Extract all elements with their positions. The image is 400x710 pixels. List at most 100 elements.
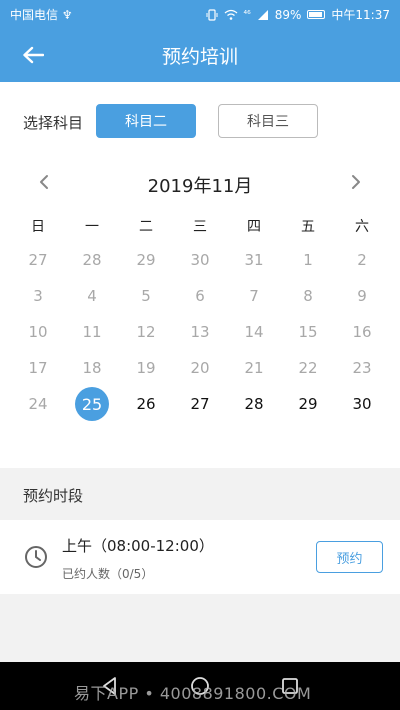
calendar-day-number: 6 [195,287,205,305]
calendar-day: 11 [65,314,119,350]
calendar-day: 7 [227,278,281,314]
content-bottom-area [0,594,400,662]
next-month-button[interactable] [344,170,368,194]
calendar-day-number: 28 [82,251,102,269]
calendar-day-number: 29 [298,395,318,413]
weekday-thu: 四 [247,219,261,235]
calendar-day-number: 28 [244,395,264,413]
calendar-day[interactable]: 26 [119,386,173,422]
calendar-day-number: 21 [244,359,264,377]
title-bar: 预约培训 [0,28,400,82]
calendar-day-number: 8 [303,287,313,305]
calendar-day-number: 1 [303,251,313,269]
status-icons: ⁴⁶ 89% 中午11:37 [206,6,390,23]
calendar-day: 1 [281,242,335,278]
battery-percent: 89% [274,7,302,22]
weekday-sun: 日 [31,219,45,235]
calendar-day: 24 [11,386,65,422]
calendar-day-number: 10 [28,323,48,341]
calendar-day-number: 19 [136,359,156,377]
wifi-icon [224,9,237,20]
weekday-sat: 六 [355,219,369,235]
weekday-fri: 五 [301,219,315,235]
calendar-day-number: 2 [357,251,367,269]
time-slot-count: 已约人数（0/5） [62,567,154,581]
calendar-day: 6 [173,278,227,314]
calendar-day: 8 [281,278,335,314]
calendar-day: 12 [119,314,173,350]
calendar-day-number: 11 [82,323,102,341]
status-bar: 中国电信 ♆ ⁴⁶ 89% 中午11:37 [0,0,400,28]
calendar-day[interactable]: 28 [227,386,281,422]
calendar-day[interactable]: 30 [335,386,389,422]
calendar-day[interactable]: 29 [281,386,335,422]
calendar-day-number: 29 [136,251,156,269]
calendar-day-number: 26 [136,395,156,413]
battery-icon [307,10,326,19]
calendar-day-number: 18 [82,359,102,377]
subject-selector: 选择科目 科目二 科目三 [0,104,400,138]
signal-icon [257,9,268,20]
calendar-day-number: 30 [190,251,210,269]
slot-section-title: 预约时段 [23,487,84,505]
calendar-day: 22 [281,350,335,386]
calendar-day-number: 13 [190,323,210,341]
calendar-day-number: 4 [87,287,97,305]
calendar-day: 18 [65,350,119,386]
weekday-wed: 三 [193,219,207,235]
book-button[interactable]: 预约 [316,541,383,573]
subject-three-button[interactable]: 科目三 [218,104,318,138]
calendar-day: 15 [281,314,335,350]
clock-icon [25,546,47,568]
calendar-day-number: 27 [190,395,210,413]
network-type-text: ⁴⁶ [243,9,251,20]
weekday-header: 日 一 二 三 四 五 六 [11,214,389,240]
clock-text: 中午11:37 [331,8,390,22]
calendar-day-number: 3 [33,287,43,305]
calendar-header: 2019年11月 [0,168,400,198]
page-title: 预约培训 [161,46,238,68]
calendar-day: 20 [173,350,227,386]
calendar-day: 17 [11,350,65,386]
calendar-day-number: 23 [352,359,372,377]
calendar-day: 14 [227,314,281,350]
time-slot-row: 上午（08:00-12:00） 已约人数（0/5） 预约 [0,520,400,594]
calendar-day-number: 22 [298,359,318,377]
calendar-day: 19 [119,350,173,386]
calendar-day: 16 [335,314,389,350]
watermark-text: 易下APP • 4008891800.COM [74,684,312,703]
calendar-day: 31 [227,242,281,278]
calendar-day-selected[interactable]: 25 [65,386,119,422]
calendar-day: 27 [11,242,65,278]
subject-label: 选择科目 [23,114,84,132]
calendar-day-number: 7 [249,287,259,305]
vibrate-icon [206,8,218,21]
calendar-day: 2 [335,242,389,278]
calendar-day: 30 [173,242,227,278]
chevron-right-icon [352,175,360,189]
calendar-day: 21 [227,350,281,386]
calendar-day[interactable]: 27 [173,386,227,422]
calendar-days-grid: 27 28 29 30 31 1 2 3 4 5 6 7 8 9 10 11 12 13 14 15 16 17 18 19 2… [11,242,389,422]
calendar-day: 13 [173,314,227,350]
calendar-day-number: 27 [28,251,48,269]
calendar-day-number: 15 [298,323,318,341]
calendar-day-number: 5 [141,287,151,305]
calendar-day: 23 [335,350,389,386]
calendar-day-number: 30 [352,395,372,413]
calendar-day-number: 24 [28,395,48,413]
calendar-day: 29 [119,242,173,278]
weekday-mon: 一 [85,219,99,235]
calendar-day: 5 [119,278,173,314]
calendar-day: 4 [65,278,119,314]
slot-section-header: 预约时段 [0,468,400,520]
carrier-text: 中国电信 ♆ [10,8,73,22]
calendar-day: 3 [11,278,65,314]
calendar-day-number: 12 [136,323,156,341]
calendar-day-number: 17 [28,359,48,377]
subject-two-button[interactable]: 科目二 [96,104,196,138]
calendar-day-number: 9 [357,287,367,305]
weekday-tue: 二 [139,219,153,235]
calendar-day: 9 [335,278,389,314]
calendar-day-number: 31 [244,251,264,269]
